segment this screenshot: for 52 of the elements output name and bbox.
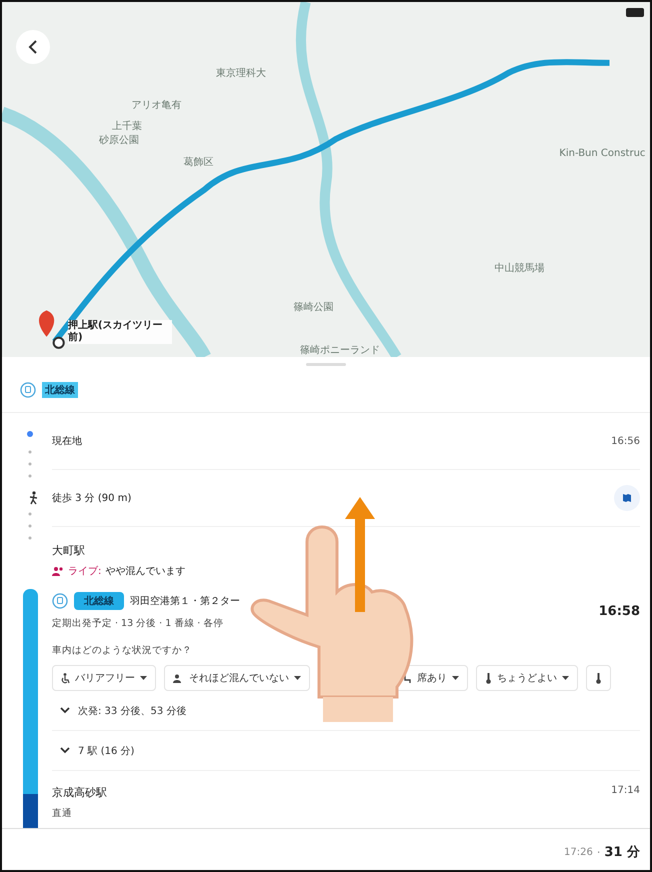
map-label: 篠崎公園 bbox=[294, 300, 334, 314]
caret-icon bbox=[452, 676, 459, 680]
step-label: 現在地 bbox=[52, 434, 83, 448]
map-label: 砂原公園 bbox=[99, 134, 140, 148]
crowd-status: やや混んでいます bbox=[105, 565, 186, 578]
chevron-icon bbox=[60, 707, 70, 714]
step-label: 徒歩 3 分 (90 m) bbox=[52, 492, 132, 505]
wheelchair-icon bbox=[61, 672, 70, 684]
thermometer-icon bbox=[595, 672, 602, 684]
trip-duration: 31 分 bbox=[604, 844, 640, 861]
map-label: 東京理科大 bbox=[216, 66, 266, 80]
caret-icon bbox=[140, 676, 147, 680]
walking-person-icon bbox=[29, 491, 39, 505]
time-label: 17:14 bbox=[611, 785, 640, 798]
battery-icon bbox=[626, 8, 646, 17]
departure-details: 定期出発予定 · 13 分後 · 1 番線 · 各停 bbox=[52, 617, 224, 630]
map-label: 篠崎ポニーランド bbox=[300, 344, 380, 357]
arrival-time: 17:26 bbox=[564, 846, 593, 858]
service-note: 直通 bbox=[52, 807, 73, 820]
chevron-icon bbox=[60, 747, 70, 754]
feedback-dropdown[interactable]: それほど混んでいない bbox=[164, 665, 310, 691]
people-icon bbox=[52, 566, 64, 576]
map-label: Kin-Bun Construc bbox=[559, 148, 646, 159]
feedback-dropdown[interactable] bbox=[586, 665, 611, 691]
departure-time: 16:58 bbox=[598, 604, 640, 618]
feedback-dropdown[interactable]: バリアフリー bbox=[52, 665, 156, 691]
map-label: 中山競馬場 bbox=[494, 262, 544, 276]
map-icon bbox=[622, 493, 632, 503]
separator: · bbox=[596, 846, 600, 858]
live-label: ライブ: bbox=[68, 564, 102, 578]
map-button[interactable] bbox=[614, 485, 640, 511]
person-icon bbox=[173, 674, 184, 682]
time-label: 16:56 bbox=[611, 436, 640, 446]
feedback-dropdown[interactable]: ちょうどよい bbox=[476, 665, 578, 691]
expand-toggle[interactable]: 7 駅 (16 分) bbox=[52, 731, 640, 771]
caret-icon bbox=[562, 676, 569, 680]
train-icon bbox=[20, 382, 36, 398]
direction-label: 羽田空港第１・第２ター bbox=[130, 594, 240, 608]
map-label: 上千葉 bbox=[112, 120, 142, 134]
line-badge: 北総線 bbox=[74, 592, 124, 610]
chevron-left-icon bbox=[27, 40, 39, 54]
caret-icon bbox=[294, 676, 301, 680]
destination-label: 押上駅(スカイツリー前) bbox=[68, 320, 172, 344]
question-label: 車内はどのような状況ですか？ bbox=[52, 644, 193, 657]
line-label: 北総線 bbox=[42, 382, 78, 398]
location-pin-icon bbox=[38, 310, 65, 349]
station-name: 京成高砂駅 bbox=[52, 785, 107, 800]
map-label: 葛飾区 bbox=[183, 156, 214, 169]
thermometer-icon bbox=[485, 672, 492, 684]
train-icon bbox=[52, 593, 68, 609]
map-label: アリオ亀有 bbox=[132, 98, 182, 112]
station-name: 大町駅 bbox=[52, 543, 86, 558]
